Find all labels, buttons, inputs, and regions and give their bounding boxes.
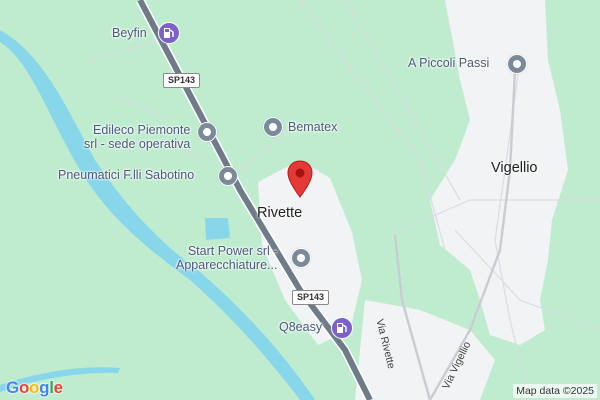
poi-label-pneumatici[interactable]: Pneumatici F.lli Sabotino	[58, 168, 194, 182]
logo-letter: e	[53, 378, 63, 397]
fuel-station-icon[interactable]	[331, 317, 353, 339]
pond	[205, 218, 230, 240]
poi-label-beyfin[interactable]: Beyfin	[112, 26, 147, 40]
road-shield-sp143-south: SP143	[292, 290, 330, 305]
map-view[interactable]: SP143 SP143 Beyfin Edileco Piemonte srl …	[0, 0, 600, 400]
logo-letter: G	[6, 378, 19, 397]
logo-letter: o	[29, 378, 40, 397]
poi-label-start-power-line2: Apparecchiature...	[176, 258, 278, 272]
poi-label-a-piccoli-passi[interactable]: A Piccoli Passi	[408, 56, 489, 70]
poi-pin-icon[interactable]	[218, 166, 238, 186]
poi-label-start-power[interactable]: Start Power srl - Apparecchiature...	[176, 244, 277, 272]
poi-label-start-power-line1: Start Power srl -	[187, 244, 278, 258]
logo-letter: g	[39, 378, 50, 397]
map-attribution[interactable]: Map data ©2025	[513, 384, 597, 398]
logo-letter: o	[18, 378, 30, 397]
poi-pin-icon[interactable]	[263, 117, 283, 137]
road-shield-sp143: SP143	[163, 73, 201, 88]
place-label-vigellio[interactable]: Vigellio	[491, 160, 538, 176]
place-label-rivette[interactable]: Rivette	[257, 205, 302, 221]
poi-pin-icon[interactable]	[291, 248, 311, 268]
poi-label-edileco-line1: Edileco Piemonte	[93, 123, 191, 137]
poi-label-edileco-line2: srl - sede operativa	[84, 137, 191, 151]
fuel-station-icon[interactable]	[158, 22, 180, 44]
poi-label-edileco[interactable]: Edileco Piemonte srl - sede operativa	[84, 123, 190, 151]
location-marker-icon[interactable]	[287, 160, 313, 198]
poi-label-q8easy[interactable]: Q8easy	[279, 320, 322, 334]
poi-pin-icon[interactable]	[507, 54, 527, 74]
poi-label-bematex[interactable]: Bematex	[288, 120, 337, 134]
poi-pin-icon[interactable]	[197, 122, 217, 142]
google-logo: Google	[6, 378, 63, 398]
